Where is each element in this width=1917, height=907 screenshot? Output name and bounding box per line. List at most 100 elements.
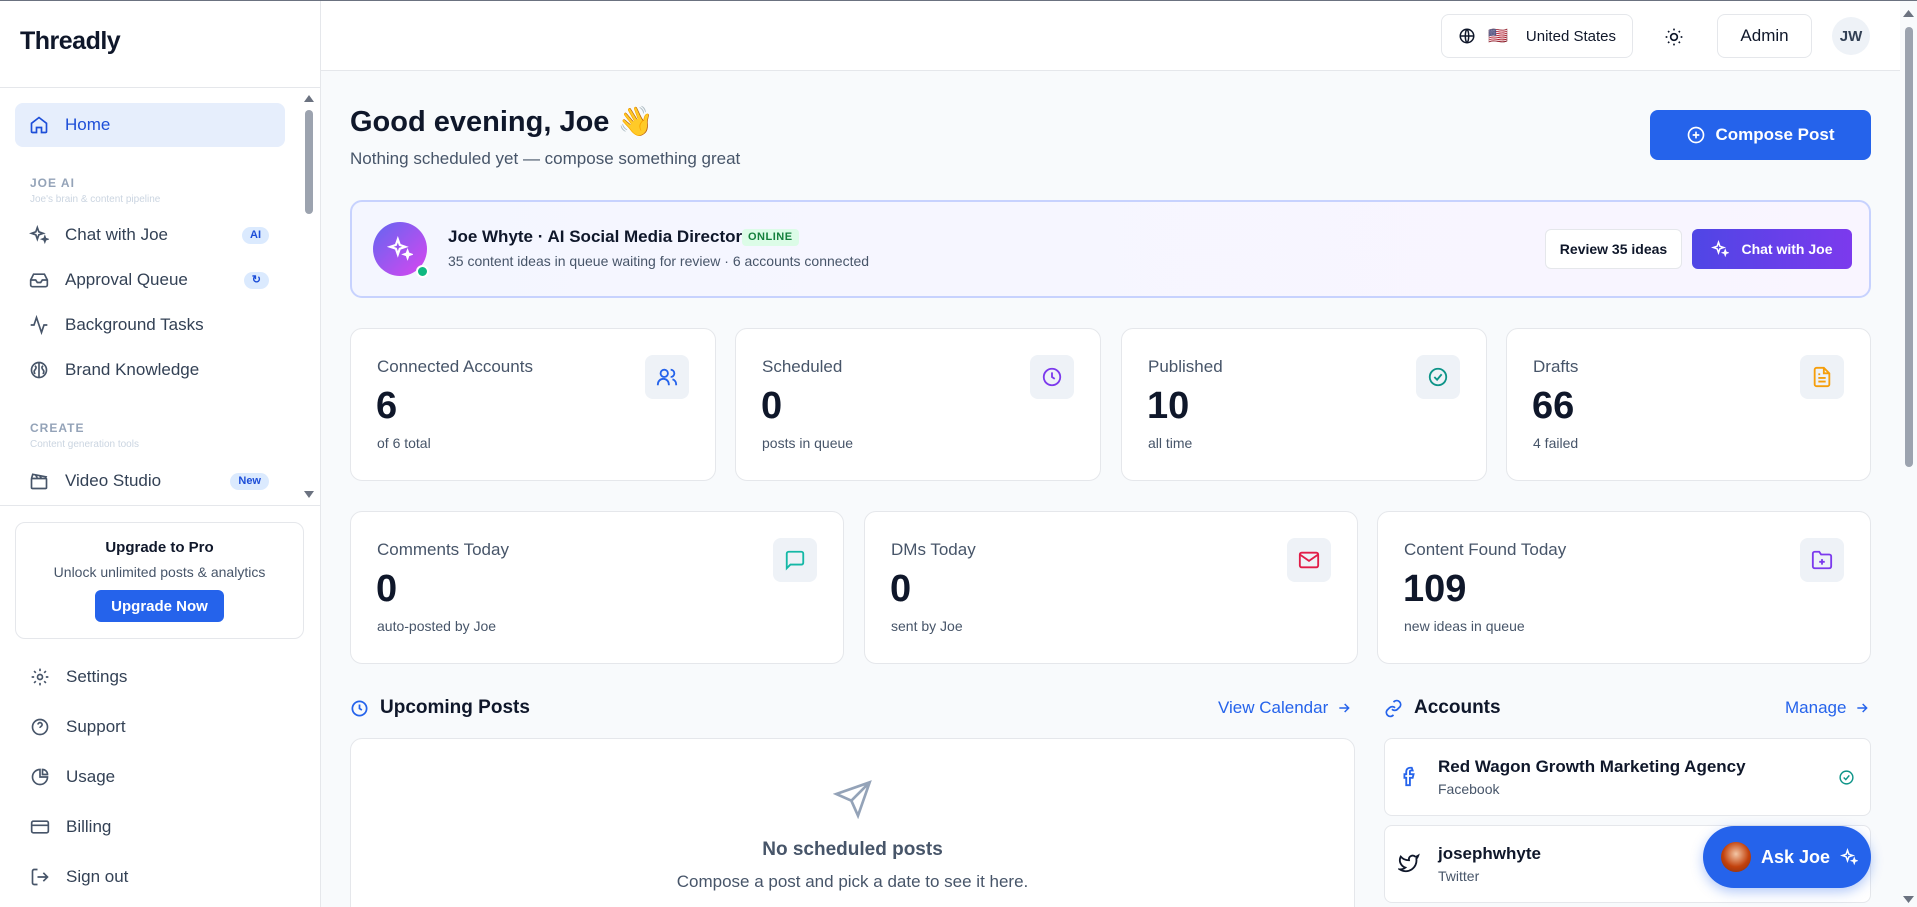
accounts-title: Accounts (1414, 697, 1501, 718)
avatar[interactable]: JW (1832, 17, 1870, 55)
scroll-up-icon[interactable] (303, 93, 315, 103)
ask-joe-button[interactable]: Ask Joe (1703, 826, 1871, 888)
file-text-icon (1800, 355, 1844, 399)
region-label: United States (1525, 27, 1616, 45)
page-scroll-thumb[interactable] (1905, 27, 1913, 467)
stat-card-comments-today[interactable]: Comments Today 0 auto-posted by Joe (350, 511, 844, 664)
message-square-icon (773, 538, 817, 582)
empty-state-subtitle: Compose a post and pick a date to see it… (676, 872, 1029, 891)
upcoming-posts-header: Upcoming Posts (350, 697, 530, 719)
stat-value: 66 (1532, 385, 1575, 427)
stat-value: 0 (761, 385, 783, 427)
sidebar-item-background-tasks[interactable]: Background Tasks (15, 303, 285, 347)
home-icon (30, 116, 48, 134)
stat-label: DMs Today (891, 540, 976, 559)
sidebar-item-settings[interactable]: Settings (30, 667, 127, 687)
pie-chart-icon (31, 768, 49, 786)
scroll-up-icon[interactable] (1900, 7, 1917, 19)
clapperboard-icon (30, 473, 48, 490)
sidebar-item-label: Support (66, 717, 126, 736)
sidebar-item-billing[interactable]: Billing (30, 817, 111, 837)
stat-sub: auto-posted by Joe (377, 618, 497, 634)
page-scrollbar[interactable] (1900, 1, 1917, 907)
plus-circle-icon (1688, 126, 1705, 144)
online-badge: ONLINE (742, 229, 799, 246)
stat-card-drafts[interactable]: Drafts 66 4 failed (1506, 328, 1871, 481)
mail-icon (1287, 538, 1331, 582)
facebook-icon (1403, 766, 1415, 787)
sidebar-item-usage[interactable]: Usage (30, 767, 115, 787)
send-icon (833, 780, 872, 819)
admin-button[interactable]: Admin (1717, 14, 1812, 58)
stat-sub: posts in queue (762, 435, 854, 451)
check-circle-icon (1839, 770, 1854, 785)
folder-plus-icon (1800, 538, 1844, 582)
manage-link[interactable]: Manage (1785, 698, 1870, 718)
app-logo[interactable]: Threadly (20, 27, 121, 56)
upgrade-card: Upgrade to Pro Unlock unlimited posts & … (15, 522, 304, 639)
upgrade-subtitle: Unlock unlimited posts & analytics (53, 564, 266, 580)
stat-label: Connected Accounts (377, 357, 533, 376)
stat-label: Drafts (1533, 357, 1579, 376)
stat-card-published[interactable]: Published 10 all time (1121, 328, 1487, 481)
view-calendar-label: View Calendar (1218, 698, 1329, 717)
sparkles-icon (1711, 240, 1730, 258)
sidebar-item-label: Approval Queue (65, 270, 188, 289)
sidebar-item-home[interactable]: Home (15, 103, 285, 147)
sidebar-item-brand-knowledge[interactable]: Brand Knowledge (15, 348, 285, 392)
sidebar-item-label: Usage (66, 767, 116, 786)
region-selector[interactable]: 🇺🇸 United States (1441, 14, 1633, 58)
stat-sub: new ideas in queue (1404, 618, 1525, 634)
sidebar-item-approval-queue[interactable]: Approval Queue ↻ (15, 258, 285, 302)
stat-card-content-found-today[interactable]: Content Found Today 109 new ideas in que… (1377, 511, 1871, 664)
compose-post-button[interactable]: Compose Post (1650, 110, 1871, 160)
clock-icon (1030, 355, 1074, 399)
sidebar-item-support[interactable]: Support (30, 717, 126, 737)
sidebar-scroll-thumb[interactable] (305, 110, 313, 214)
sidebar-item-sign-out[interactable]: Sign out (30, 867, 128, 887)
section-subtitle-create: Content generation tools (30, 439, 139, 450)
credit-card-icon (30, 820, 50, 834)
upgrade-now-button[interactable]: Upgrade Now (95, 590, 224, 622)
scroll-down-icon[interactable] (303, 490, 315, 500)
users-icon (645, 355, 689, 399)
sidebar-divider (0, 505, 320, 506)
account-name: josephwhyte (1438, 844, 1541, 863)
manage-label: Manage (1785, 698, 1847, 717)
stat-value: 109 (1403, 568, 1467, 610)
sparkles-icon (29, 225, 49, 245)
sidebar-item-label: Sign out (66, 867, 129, 886)
stat-value: 0 (376, 568, 398, 610)
stat-card-scheduled[interactable]: Scheduled 0 posts in queue (735, 328, 1101, 481)
chat-with-joe-button[interactable]: Chat with Joe (1692, 229, 1852, 269)
empty-state-title: No scheduled posts (762, 839, 943, 860)
stat-value: 6 (376, 385, 398, 427)
page-subtitle: Nothing scheduled yet — compose somethin… (350, 149, 741, 168)
sidebar-item-video-studio[interactable]: Video Studio New (15, 459, 285, 503)
sidebar-item-label: Video Studio (65, 471, 162, 490)
theme-toggle-button[interactable] (1660, 23, 1688, 51)
section-subtitle-joe-ai: Joe's brain & content pipeline (30, 194, 161, 205)
clock-icon (351, 700, 368, 716)
stat-card-connected-accounts[interactable]: Connected Accounts 6 of 6 total (350, 328, 716, 481)
sparkles-icon (387, 236, 413, 261)
upcoming-posts-card: No scheduled posts Compose a post and pi… (350, 738, 1355, 907)
scroll-down-icon[interactable] (1900, 894, 1917, 906)
stat-label: Content Found Today (1404, 540, 1567, 559)
greeting-text: Good evening, Joe (350, 106, 610, 138)
account-platform: Facebook (1438, 781, 1500, 797)
stat-sub: of 6 total (377, 435, 431, 451)
stat-value: 10 (1147, 385, 1190, 427)
inbox-icon (29, 273, 49, 288)
sidebar-item-label: Chat with Joe (65, 225, 168, 244)
sidebar-item-chat-with-joe[interactable]: Chat with Joe AI (15, 213, 285, 257)
us-flag-icon: 🇺🇸 (1488, 28, 1508, 45)
view-calendar-link[interactable]: View Calendar (1218, 698, 1352, 718)
arrow-right-icon (1339, 703, 1350, 713)
stat-card-dms-today[interactable]: DMs Today 0 sent by Joe (864, 511, 1358, 664)
new-badge: New (230, 473, 269, 490)
compose-post-label: Compose Post (1715, 125, 1835, 144)
refresh-badge: ↻ (243, 272, 269, 289)
review-ideas-button[interactable]: Review 35 ideas (1545, 229, 1682, 269)
account-row-facebook[interactable]: Red Wagon Growth Marketing Agency Facebo… (1384, 738, 1871, 816)
